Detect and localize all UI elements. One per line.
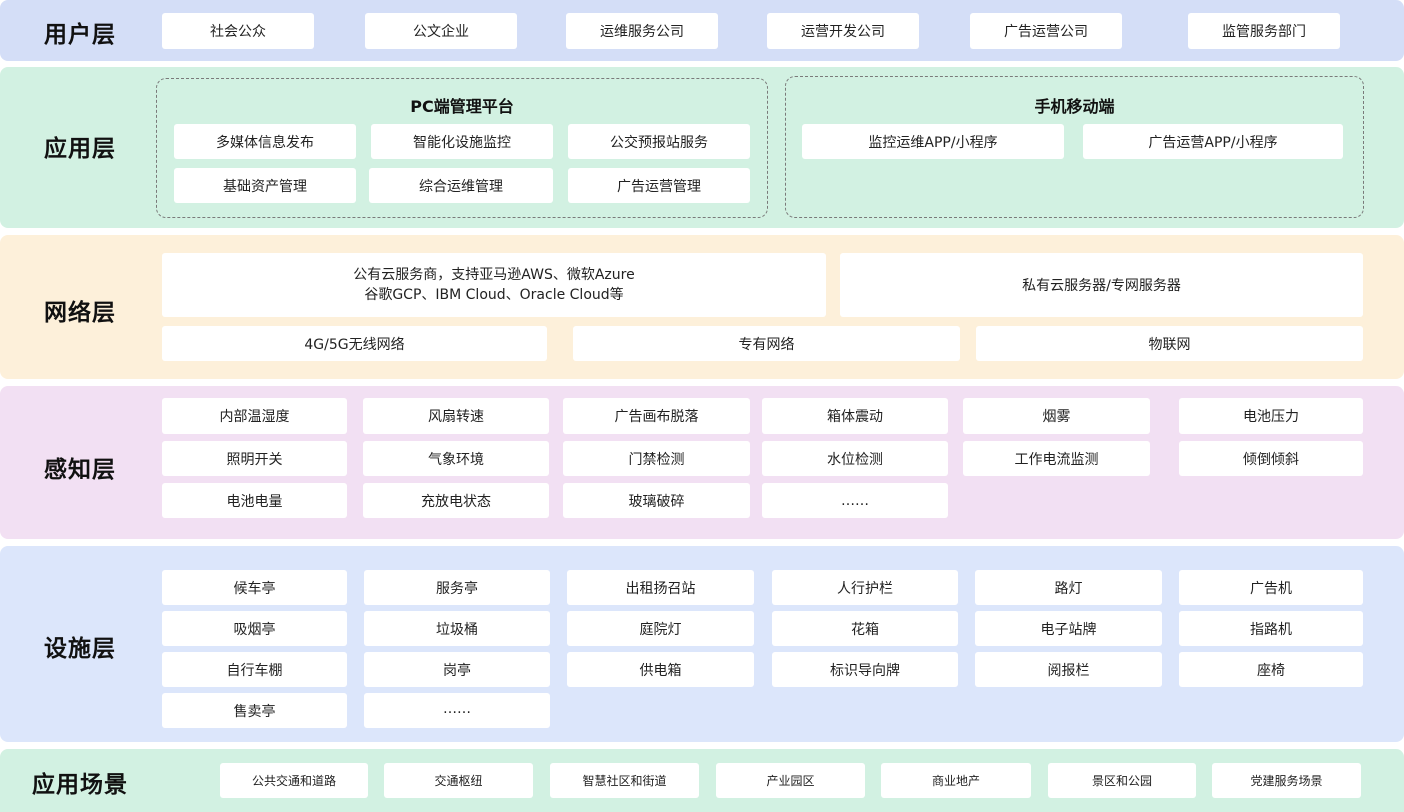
scene-item: 交通枢纽 [384,763,533,798]
facility-item: 广告机 [1179,570,1363,605]
sensor-item: 广告画布脱落 [563,398,750,434]
facility-item: 供电箱 [567,652,754,687]
facility-item: 人行护栏 [772,570,958,605]
sensor-item: 门禁检测 [563,441,750,476]
user-item: 广告运营公司 [970,13,1122,49]
facility-item: 吸烟亭 [162,611,347,646]
pc-item: 广告运营管理 [568,168,750,203]
sensor-item: 照明开关 [162,441,347,476]
private-cloud-box: 私有云服务器/专网服务器 [840,253,1363,317]
sensor-item: 工作电流监测 [963,441,1150,476]
scene-item: 智慧社区和街道 [550,763,699,798]
layer-title: 感知层 [44,457,116,483]
sensor-item: 倾倒倾斜 [1179,441,1363,476]
mobile-item: 监控运维APP/小程序 [802,124,1064,159]
scene-item: 产业园区 [716,763,865,798]
pc-item: 基础资产管理 [174,168,356,203]
facility-item: 阅报栏 [975,652,1162,687]
facility-item: 标识导向牌 [772,652,958,687]
facility-item: 自行车棚 [162,652,347,687]
user-item: 监管服务部门 [1188,13,1340,49]
facility-item-more: …… [364,693,550,728]
facility-item: 服务亭 [364,570,550,605]
sensor-item: 充放电状态 [363,483,549,518]
public-cloud-line2: 谷歌GCP、IBM Cloud、Oracle Cloud等 [364,287,624,303]
pc-platform-title: PC端管理平台 [410,97,514,116]
network-item: 4G/5G无线网络 [162,326,547,361]
user-item: 公文企业 [365,13,517,49]
sensor-item: 箱体震动 [762,398,948,434]
scene-item: 景区和公园 [1048,763,1196,798]
pc-item: 智能化设施监控 [371,124,553,159]
sensor-item: 风扇转速 [363,398,549,434]
sensor-item: 烟雾 [963,398,1150,434]
sensor-item: 电池压力 [1179,398,1363,434]
facility-item: 候车亭 [162,570,347,605]
user-item: 运维服务公司 [566,13,718,49]
scene-item: 商业地产 [881,763,1031,798]
perception-layer: 感知层 内部温湿度 风扇转速 广告画布脱落 箱体震动 烟雾 电池压力 照明开关 … [0,386,1404,539]
user-layer: 用户层 社会公众 公文企业 运维服务公司 运营开发公司 广告运营公司 监管服务部… [0,0,1404,61]
layer-title: 应用场景 [32,772,128,798]
facility-layer: 设施层 候车亭 服务亭 出租扬召站 人行护栏 路灯 广告机 吸烟亭 垃圾桶 庭院… [0,546,1404,742]
layer-title: 网络层 [44,300,116,326]
mobile-group: 手机移动端 监控运维APP/小程序 广告运营APP/小程序 [785,76,1364,218]
network-item: 专有网络 [573,326,960,361]
scene-layer: 应用场景 公共交通和道路 交通枢纽 智慧社区和街道 产业园区 商业地产 景区和公… [0,749,1404,812]
user-item: 运营开发公司 [767,13,919,49]
layer-title: 用户层 [44,22,116,48]
pc-platform-group: PC端管理平台 多媒体信息发布 智能化设施监控 公交预报站服务 基础资产管理 综… [156,78,768,218]
facility-item: 垃圾桶 [364,611,550,646]
sensor-item: 电池电量 [162,483,347,518]
layer-title: 应用层 [44,136,116,162]
scene-item: 党建服务场景 [1212,763,1361,798]
sensor-item: 气象环境 [363,441,549,476]
facility-item: 庭院灯 [567,611,754,646]
pc-item: 多媒体信息发布 [174,124,356,159]
sensor-item: 水位检测 [762,441,948,476]
mobile-item: 广告运营APP/小程序 [1083,124,1343,159]
facility-item: 电子站牌 [975,611,1162,646]
facility-item: 座椅 [1179,652,1363,687]
sensor-item: 玻璃破碎 [563,483,750,518]
facility-item: 路灯 [975,570,1162,605]
facility-item: 售卖亭 [162,693,347,728]
network-layer: 网络层 公有云服务商，支持亚马逊AWS、微软Azure 谷歌GCP、IBM Cl… [0,235,1404,379]
app-layer: 应用层 PC端管理平台 多媒体信息发布 智能化设施监控 公交预报站服务 基础资产… [0,67,1404,228]
sensor-item: 内部温湿度 [162,398,347,434]
facility-item: 指路机 [1179,611,1363,646]
public-cloud-line1: 公有云服务商，支持亚马逊AWS、微软Azure [353,267,635,283]
pc-item: 综合运维管理 [369,168,553,203]
layer-title: 设施层 [44,636,116,662]
facility-item: 岗亭 [364,652,550,687]
public-cloud-box: 公有云服务商，支持亚马逊AWS、微软Azure 谷歌GCP、IBM Cloud、… [162,253,826,317]
pc-item: 公交预报站服务 [568,124,750,159]
sensor-item-more: …… [762,483,948,518]
network-item: 物联网 [976,326,1363,361]
facility-item: 出租扬召站 [567,570,754,605]
scene-item: 公共交通和道路 [220,763,368,798]
user-item: 社会公众 [162,13,314,49]
facility-item: 花箱 [772,611,958,646]
mobile-title: 手机移动端 [1034,97,1115,116]
